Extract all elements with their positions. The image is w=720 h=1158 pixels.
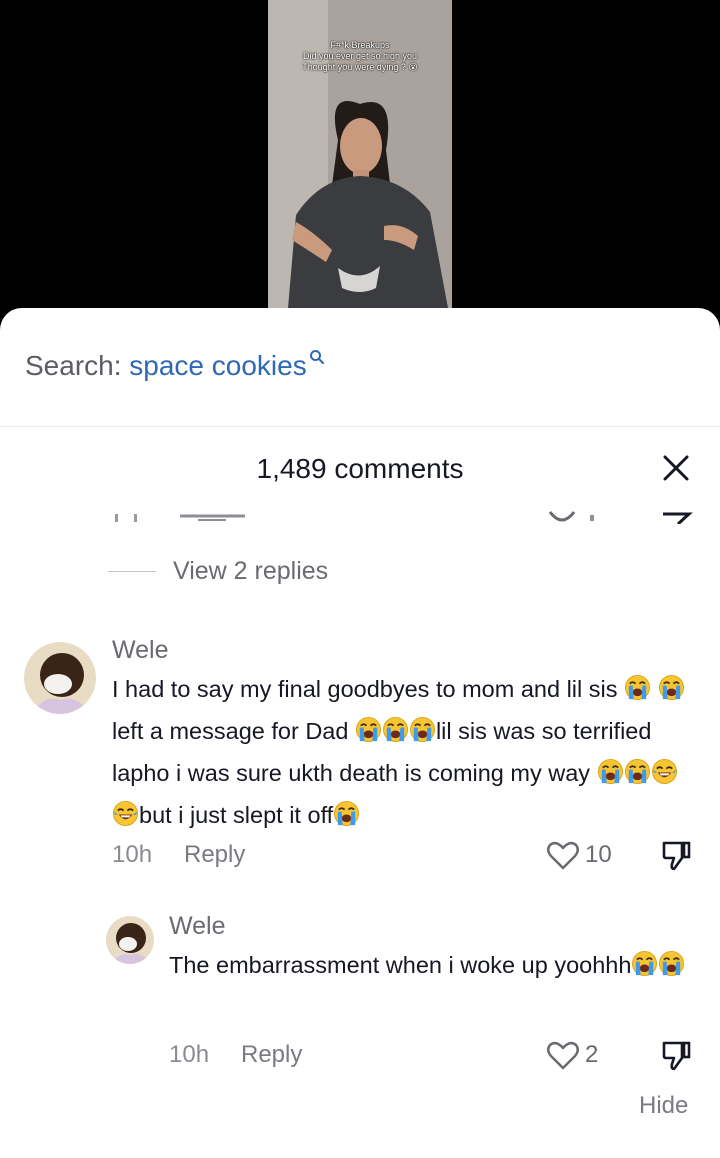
caption-line: Did you ever get so high you [302, 51, 418, 61]
crying-emoji [658, 674, 685, 712]
video-caption: F#*k Breakups Did you ever get so high y… [268, 40, 452, 73]
search-query-link[interactable]: space cookies [129, 350, 306, 381]
crying-emoji [355, 716, 382, 754]
comment-text: I had to say my final goodbyes to mom an… [112, 670, 692, 838]
reply-text: The embarrassment when i woke up yoohhh [169, 946, 689, 988]
reply-button[interactable]: Reply [184, 839, 245, 871]
reply-time: 10h [169, 1041, 210, 1068]
comment-text-segment: left a message for Dad [112, 718, 355, 744]
caption-line: Thought you were dying ? 😵 [302, 62, 418, 72]
search-suggestion[interactable]: Search: space cookies [25, 342, 325, 390]
caption-line: F#*k Breakups [330, 40, 390, 50]
view-replies-line [108, 571, 156, 572]
comments-count-title: 1,489 comments [256, 453, 464, 484]
avatar[interactable] [106, 916, 154, 964]
crying-emoji [333, 800, 360, 838]
comment-text-segment: I had to say my final goodbyes to mom an… [112, 676, 625, 702]
laughing-emoji [651, 758, 678, 796]
view-replies-label: View 2 replies [173, 557, 329, 585]
avatar-image [24, 642, 96, 714]
crying-emoji [382, 716, 409, 754]
video-area: F#*k Breakups Did you ever get so high y… [0, 0, 720, 330]
crying-emoji [624, 758, 651, 796]
video-player[interactable]: F#*k Breakups Did you ever get so high y… [268, 0, 452, 308]
reply-button[interactable]: Reply [241, 1039, 302, 1071]
comment-text-segment: but i just slept it off [139, 802, 334, 828]
like-count: 2 [585, 1041, 599, 1068]
reply-text-segment: The embarrassment when i woke up yoohhh [169, 952, 632, 978]
search-prefix: Search: [25, 350, 130, 381]
laughing-emoji [112, 800, 139, 838]
crying-emoji [631, 950, 658, 988]
like-count: 10 [585, 841, 612, 868]
crying-emoji [624, 674, 651, 712]
crying-emoji [597, 758, 624, 796]
dislike-icon[interactable] [662, 1040, 692, 1072]
clipped-glyphs [115, 511, 693, 524]
crying-emoji [409, 716, 436, 754]
close-icon[interactable] [660, 452, 692, 484]
comment-username[interactable]: Wele [112, 634, 169, 666]
previous-comment-actions-clipped [0, 502, 720, 524]
avatar[interactable] [24, 642, 96, 714]
search-icon[interactable] [309, 349, 325, 365]
avatar-image [106, 916, 154, 964]
comment-time: 10h [112, 841, 153, 868]
divider [0, 426, 720, 427]
heart-icon[interactable] [546, 1040, 580, 1072]
reply-username[interactable]: Wele [169, 910, 226, 942]
heart-icon[interactable] [546, 840, 580, 872]
hide-replies-button[interactable]: Hide [639, 1090, 688, 1122]
crying-emoji [658, 950, 685, 988]
dislike-icon[interactable] [662, 840, 692, 872]
